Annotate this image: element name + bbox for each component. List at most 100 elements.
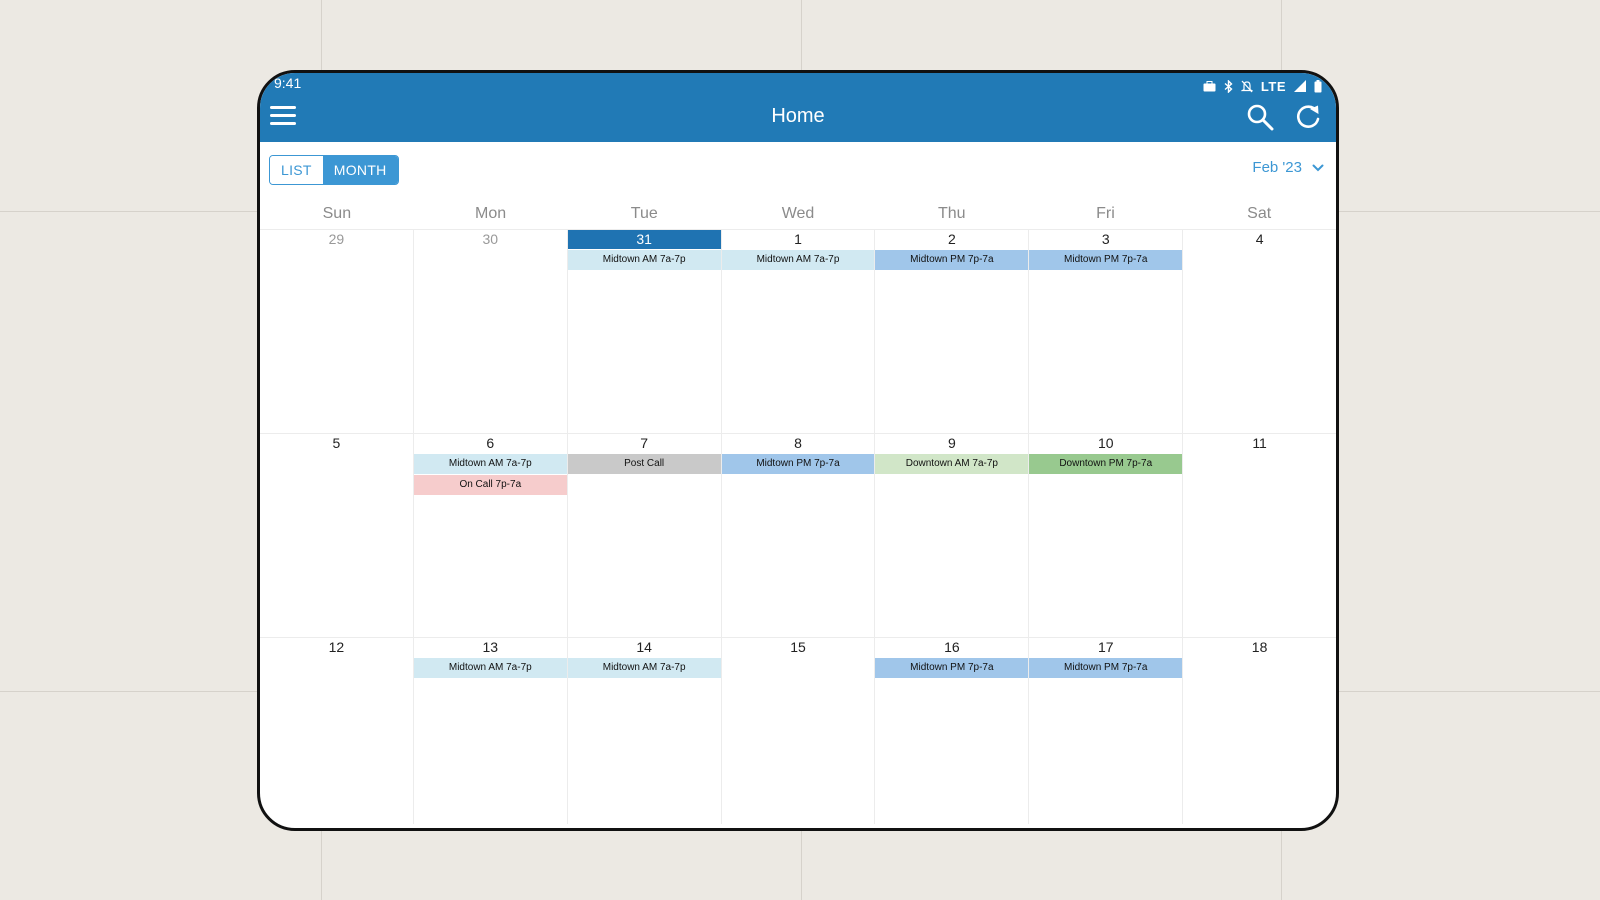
calendar-day[interactable]: 8 Midtown PM 7p-7a: [721, 434, 876, 637]
day-number: 6: [486, 435, 495, 451]
day-number: 29: [328, 231, 345, 247]
shift-event[interactable]: Midtown AM 7a-7p: [721, 250, 875, 270]
weekday-label: Mon: [475, 205, 507, 222]
day-number: 18: [1251, 639, 1268, 655]
signal-icon: [1294, 80, 1306, 92]
day-events: Midtown PM 7p-7a: [721, 454, 875, 474]
weekday-label: Wed: [781, 205, 815, 222]
day-events: Midtown PM 7p-7a: [1029, 250, 1183, 270]
calendar-day[interactable]: 7 Post Call: [567, 434, 722, 637]
shift-event[interactable]: Midtown AM 7a-7p: [567, 658, 721, 678]
today-day-number: 31: [567, 230, 721, 249]
day-number: 11: [1252, 435, 1267, 451]
shift-event[interactable]: Post Call: [567, 454, 721, 474]
calendar-week: 29 30 31 Midtown AM 7a-7p 1 Midtown AM 7a-7p 2…: [260, 230, 1336, 434]
search-icon: [1247, 104, 1274, 131]
list-view-button[interactable]: LIST: [270, 156, 323, 184]
view-toggle: LIST MONTH: [269, 155, 399, 185]
shift-event[interactable]: Midtown AM 7a-7p: [413, 658, 567, 678]
day-number: 3: [1101, 231, 1110, 247]
day-number: 14: [636, 639, 652, 655]
day-number: 13: [482, 639, 499, 655]
calendar-day[interactable]: 6 Midtown AM 7a-7p On Call 7p-7a: [413, 434, 568, 637]
search-button[interactable]: [1246, 103, 1274, 136]
tablet-frame: 9:41 LTE Home LIST MONTH Feb '23 Sun Mon…: [257, 70, 1339, 831]
day-events: Midtown PM 7p-7a: [875, 658, 1029, 678]
weekday-label: Thu: [937, 205, 966, 222]
calendar-week: 5 6 Midtown AM 7a-7p On Call 7p-7a 7 Post Cal…: [260, 434, 1336, 638]
calendar-day[interactable]: 4: [1183, 230, 1336, 433]
weekday-label: Sat: [1247, 205, 1272, 222]
calendar-grid: 29 30 31 Midtown AM 7a-7p 1 Midtown AM 7a-7p 2…: [260, 229, 1336, 824]
app-bar: 9:41 LTE Home: [260, 73, 1336, 142]
day-events: Downtown PM 7p-7a: [1029, 454, 1183, 474]
shift-event[interactable]: Midtown PM 7p-7a: [875, 250, 1029, 270]
calendar-day[interactable]: 13 Midtown AM 7a-7p: [413, 638, 568, 824]
day-events: Midtown AM 7a-7p: [567, 658, 721, 678]
day-number: 5: [332, 435, 341, 451]
calendar-day[interactable]: 12: [260, 638, 414, 824]
day-events: Midtown AM 7a-7p: [721, 250, 875, 270]
status-icons: LTE: [1203, 78, 1322, 94]
day-number: 7: [640, 435, 649, 451]
day-events: Midtown AM 7a-7p: [413, 658, 567, 678]
day-number: 15: [790, 639, 806, 655]
calendar-day[interactable]: 10 Downtown PM 7p-7a: [1029, 434, 1184, 637]
day-number: 17: [1097, 639, 1114, 655]
calendar-day[interactable]: 3 Midtown PM 7p-7a: [1029, 230, 1184, 433]
page-title: Home: [771, 105, 825, 127]
calendar-day[interactable]: 5: [260, 434, 414, 637]
refresh-button[interactable]: [1294, 103, 1322, 136]
battery-icon: [1314, 79, 1322, 92]
calendar-day[interactable]: 30: [414, 230, 568, 433]
weekday-label: Fri: [1096, 205, 1115, 222]
day-events: Midtown AM 7a-7p On Call 7p-7a: [413, 454, 567, 495]
shift-event[interactable]: Midtown PM 7p-7a: [1029, 658, 1183, 678]
calendar-day[interactable]: 29: [260, 230, 414, 433]
calendar-day[interactable]: 31 Midtown AM 7a-7p: [567, 230, 722, 433]
month-view-button[interactable]: MONTH: [322, 156, 398, 184]
calendar-day[interactable]: 2 Midtown PM 7p-7a: [875, 230, 1030, 433]
shift-event[interactable]: Midtown PM 7p-7a: [721, 454, 875, 474]
day-number: 30: [482, 231, 499, 247]
day-number: 12: [328, 639, 345, 655]
shift-event[interactable]: Midtown AM 7a-7p: [413, 454, 567, 474]
day-events: Post Call: [567, 454, 721, 474]
bluetooth-icon: [1224, 79, 1233, 93]
day-number: 9: [947, 435, 956, 451]
shift-event[interactable]: Downtown PM 7p-7a: [1029, 454, 1183, 474]
shift-event[interactable]: Downtown AM 7a-7p: [875, 454, 1029, 474]
calendar-day[interactable]: 18: [1183, 638, 1336, 824]
weekday-label: Sun: [322, 205, 352, 222]
chevron-down-icon: [1312, 164, 1324, 171]
shift-event[interactable]: Midtown PM 7p-7a: [1029, 250, 1183, 270]
calendar-day[interactable]: 9 Downtown AM 7a-7p: [875, 434, 1030, 637]
shift-event[interactable]: Midtown AM 7a-7p: [567, 250, 721, 270]
calendar-day[interactable]: 14 Midtown AM 7a-7p: [567, 638, 722, 824]
calendar-day[interactable]: 11: [1183, 434, 1336, 637]
day-events: Midtown AM 7a-7p: [567, 250, 721, 270]
calendar-day[interactable]: 16 Midtown PM 7p-7a: [875, 638, 1030, 824]
day-number: 2: [947, 231, 956, 247]
network-type: LTE: [1260, 78, 1286, 94]
day-events: Midtown PM 7p-7a: [875, 250, 1029, 270]
day-number: 1: [794, 231, 802, 247]
month-selector[interactable]: Feb '23: [1252, 159, 1324, 176]
day-number: 8: [794, 435, 802, 451]
calendar-day[interactable]: 17 Midtown PM 7p-7a: [1029, 638, 1184, 824]
briefcase-icon: [1203, 80, 1216, 91]
calendar-week: 12 13 Midtown AM 7a-7p 14 Midtown AM 7a-7p 15…: [260, 638, 1336, 824]
calendar-day[interactable]: 1 Midtown AM 7a-7p: [721, 230, 876, 433]
day-events: Midtown PM 7p-7a: [1029, 658, 1183, 678]
refresh-icon: [1296, 105, 1320, 128]
day-number: 10: [1097, 435, 1114, 451]
day-number: 16: [944, 639, 960, 655]
month-calendar: Sun Mon Tue Wed Thu Fri Sat 29 30 31 Midtown AM 7…: [260, 199, 1336, 824]
day-events: Downtown AM 7a-7p: [875, 454, 1029, 474]
shift-event[interactable]: Midtown PM 7p-7a: [875, 658, 1029, 678]
month-label: Feb '23: [1252, 159, 1302, 176]
shift-event[interactable]: On Call 7p-7a: [413, 475, 567, 495]
status-time: 9:41: [274, 75, 302, 91]
calendar-day[interactable]: 15: [722, 638, 876, 824]
weekday-label: Tue: [630, 205, 658, 222]
